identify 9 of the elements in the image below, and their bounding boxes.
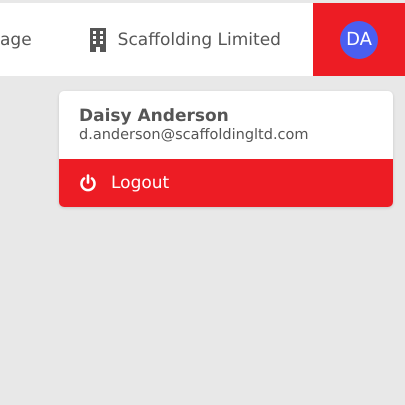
- nav-link[interactable]: age: [0, 30, 32, 50]
- user-name: Daisy Anderson: [79, 106, 230, 126]
- user-avatar[interactable]: DA: [340, 20, 378, 58]
- avatar-button[interactable]: DA: [313, 3, 405, 76]
- company-name[interactable]: Scaffolding Limited: [118, 30, 281, 50]
- logout-button[interactable]: Logout: [59, 159, 393, 207]
- building-icon: [88, 28, 108, 52]
- power-icon: [79, 174, 97, 192]
- user-email: d.anderson@scaffoldingltd.com: [79, 127, 310, 143]
